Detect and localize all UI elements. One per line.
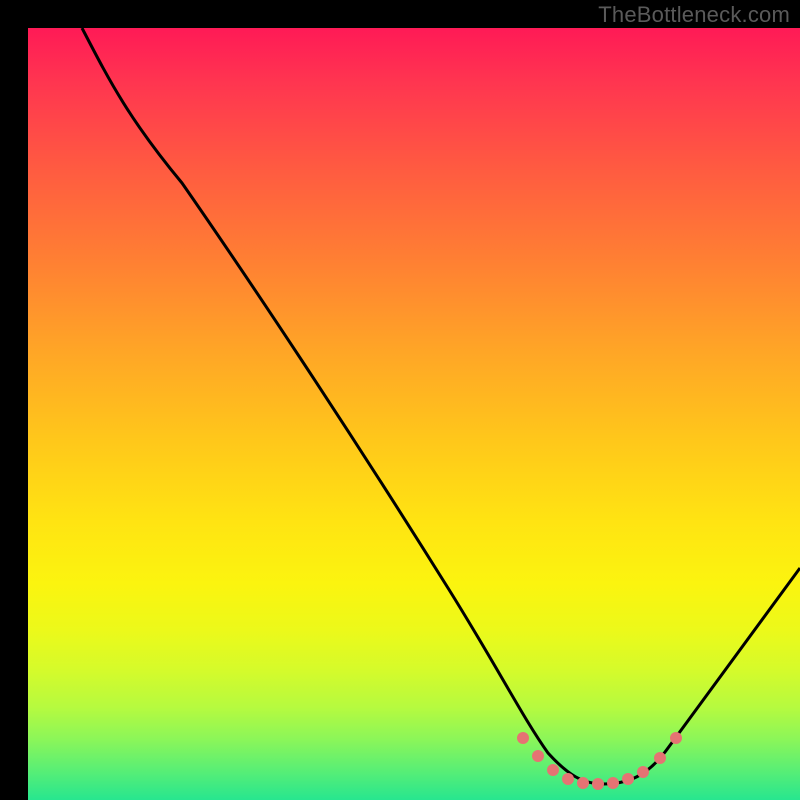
marker-dot xyxy=(517,732,529,744)
marker-dot xyxy=(547,764,559,776)
sweet-spot-markers xyxy=(517,732,682,790)
marker-dot xyxy=(670,732,682,744)
marker-dot xyxy=(532,750,544,762)
bottleneck-curve xyxy=(28,28,800,800)
marker-dot xyxy=(637,766,649,778)
curve-path xyxy=(82,28,800,784)
marker-dot xyxy=(607,777,619,789)
marker-dot xyxy=(577,777,589,789)
plot-area xyxy=(28,28,800,800)
chart-frame xyxy=(14,14,786,786)
marker-dot xyxy=(592,778,604,790)
marker-dot xyxy=(622,773,634,785)
marker-dot xyxy=(654,752,666,764)
marker-dot xyxy=(562,773,574,785)
